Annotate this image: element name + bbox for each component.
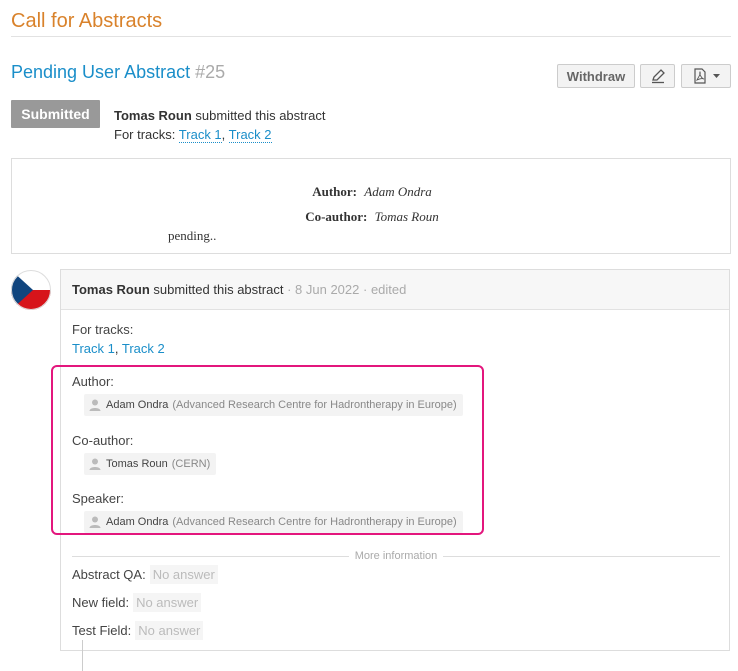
user-icon: [88, 457, 102, 471]
title-divider: [11, 36, 731, 37]
custom-field-value: No answer: [135, 621, 204, 640]
custom-field-value: No answer: [149, 565, 218, 584]
edited-indicator: edited: [370, 282, 407, 297]
abstract-number: #25: [195, 62, 226, 82]
czech-flag-avatar: [11, 270, 51, 310]
abstract-title-text: Pending User Abstract: [11, 62, 191, 82]
more-information-label: More information: [348, 550, 444, 562]
content-body: pending..: [168, 228, 217, 243]
page-title: Call for Abstracts: [11, 10, 163, 32]
timeline-tracks-label: For tracks:: [72, 322, 134, 337]
user-avatar: [11, 270, 51, 310]
author-name: Adam Ondra: [106, 399, 169, 411]
timeline-entry-header: Tomas Roun submitted this abstract · 8 J…: [61, 270, 729, 310]
custom-field-label: New field:: [72, 595, 130, 610]
timeline-action: submitted this abstract: [153, 282, 284, 297]
coauthor-name: Tomas Roun: [106, 458, 168, 470]
speaker-label: Speaker:: [72, 491, 125, 506]
content-author-name: Adam Ondra: [364, 184, 432, 199]
content-author-label: Author:: [312, 184, 357, 199]
custom-field-row: Abstract QA: No answer: [72, 565, 218, 584]
timeline-entry: Tomas Roun submitted this abstract · 8 J…: [60, 269, 730, 651]
track-link[interactable]: Track 2: [122, 341, 165, 356]
status-badge: Submitted: [11, 100, 100, 128]
user-icon: [88, 398, 102, 412]
timeline-tracks: Track 1, Track 2: [72, 341, 165, 356]
chevron-down-icon: [712, 73, 720, 79]
content-coauthor-line: Co-author: Tomas Roun: [12, 209, 732, 225]
custom-field-label: Abstract QA:: [72, 567, 146, 582]
tracks-label: For tracks:: [114, 127, 176, 142]
edit-button[interactable]: [640, 64, 675, 88]
speaker-name: Adam Ondra: [106, 516, 169, 528]
coauthor-chip: Tomas Roun (CERN): [84, 453, 217, 475]
timeline-user: Tomas Roun: [72, 282, 150, 297]
speaker-affiliation: (Advanced Research Centre for Hadronther…: [172, 516, 457, 528]
custom-field-value: No answer: [133, 593, 202, 612]
speaker-chip: Adam Ondra (Advanced Research Centre for…: [84, 511, 463, 533]
timeline-connector: [82, 640, 83, 671]
author-affiliation: (Advanced Research Centre for Hadronther…: [172, 399, 457, 411]
track-link[interactable]: Track 2: [228, 127, 272, 143]
submitter-name: Tomas Roun: [114, 108, 192, 123]
user-icon: [88, 515, 102, 529]
custom-field-row: Test Field: No answer: [72, 621, 204, 640]
pdf-export-button[interactable]: [681, 64, 731, 88]
abstract-title: Pending User Abstract #25: [11, 62, 225, 83]
custom-field-row: New field: No answer: [72, 593, 202, 612]
track-link[interactable]: Track 1: [178, 127, 222, 143]
abstract-content: Author: Adam Ondra Co-author: Tomas Roun…: [11, 158, 731, 254]
content-coauthor-name: Tomas Roun: [374, 209, 439, 224]
content-author-line: Author: Adam Ondra: [12, 184, 732, 200]
custom-field-label: Test Field:: [72, 623, 132, 638]
coauthor-label: Co-author:: [72, 433, 134, 448]
submission-summary: Tomas Roun submitted this abstract For t…: [114, 108, 326, 143]
submitted-text: submitted this abstract: [195, 108, 326, 123]
content-coauthor-label: Co-author:: [305, 209, 368, 224]
coauthor-affiliation: (CERN): [171, 458, 211, 470]
pdf-icon: [693, 68, 707, 84]
track-link[interactable]: Track 1: [72, 341, 115, 356]
timeline-date: 8 Jun 2022: [295, 282, 360, 297]
more-information-divider: More information: [72, 550, 720, 562]
withdraw-button[interactable]: Withdraw: [557, 64, 635, 88]
author-chip: Adam Ondra (Advanced Research Centre for…: [84, 394, 463, 416]
pencil-icon: [650, 68, 666, 84]
author-label: Author:: [72, 374, 114, 389]
